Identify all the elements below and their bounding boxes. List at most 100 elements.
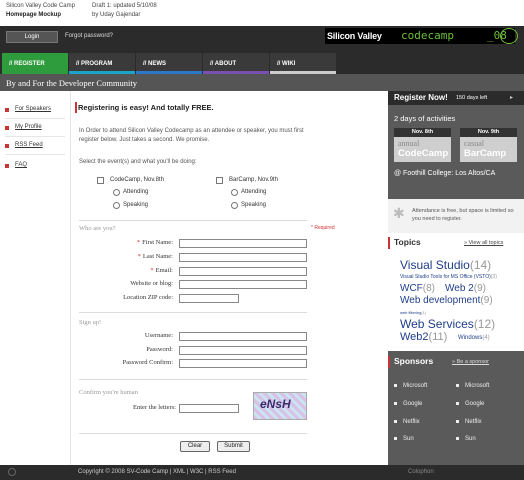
forgot-password-link[interactable]: Forgot password? <box>65 33 113 39</box>
divider <box>79 220 307 221</box>
topic-tag[interactable]: WCF(8) <box>400 283 435 294</box>
captcha-field[interactable] <box>179 404 239 413</box>
topic-name: Visual Studio <box>400 258 470 272</box>
sponsor-microsoft[interactable]: Microsoft <box>456 383 489 389</box>
last-name-field[interactable] <box>179 253 307 262</box>
sidebar-item-for-speakers[interactable]: For Speakers <box>0 106 70 119</box>
barcamp-label: BarCamp, Nov.9th <box>229 177 278 183</box>
tab-label: // PROGRAM <box>76 61 113 67</box>
swirl-icon <box>8 468 16 476</box>
asterisk-icon: ✱ <box>393 205 405 221</box>
headline-accent <box>75 102 77 113</box>
sponsor-sun[interactable]: Sun <box>394 436 414 442</box>
first-name-field[interactable] <box>179 239 307 248</box>
bullet-icon <box>394 436 397 440</box>
email-field[interactable] <box>179 267 307 276</box>
topic-tag[interactable]: Visual Studio(14) <box>400 258 491 272</box>
footer-links[interactable]: Copyright © 2008 SV-Code Camp | XML | W3… <box>78 469 236 475</box>
codecamp-label: CodeCamp, Nov.8th <box>110 177 164 183</box>
clear-button[interactable]: Clear <box>180 441 210 452</box>
register-now-bar[interactable]: Register Now! 150 days left ▸ <box>388 91 524 105</box>
login-button[interactable]: Login <box>6 31 58 43</box>
password-confirm-field[interactable] <box>179 359 307 368</box>
card-date: Nov. 8th <box>394 128 451 137</box>
card-date: Nov. 9th <box>460 128 517 137</box>
topic-count: (4) <box>482 335 490 341</box>
who-heading: Who are you? <box>79 225 116 232</box>
barcamp-attending-radio[interactable] <box>231 189 238 196</box>
username-label: Username: <box>144 332 173 339</box>
barcamp-card[interactable]: Nov. 9th casual BarCamp <box>460 128 517 162</box>
sponsor-netflix[interactable]: Netflix <box>456 419 482 425</box>
required-marker: * <box>137 253 141 260</box>
topic-tag[interactable]: Web development(9) <box>400 295 493 306</box>
topic-name: Visual Studio Tools for MS Office (VSTO) <box>400 274 491 280</box>
label-text: Website or blog: <box>130 280 173 287</box>
sponsor-netflix[interactable]: Netflix <box>394 419 420 425</box>
logo-text-codecamp: codecamp <box>401 29 454 42</box>
topic-name: Windows <box>458 335 483 341</box>
sponsor-name: Google <box>465 401 485 407</box>
tab-about[interactable]: // ABOUT <box>203 53 269 74</box>
barcamp-speaking-radio[interactable] <box>231 202 238 209</box>
submit-button[interactable]: Submit <box>217 441 250 452</box>
sidebar-item-rss-feed[interactable]: RSS Feed <box>0 142 70 155</box>
website-field[interactable] <box>179 280 307 289</box>
barcamp-checkbox[interactable] <box>216 177 223 184</box>
topic-name: Web2 <box>400 331 429 343</box>
codecamp-card[interactable]: Nov. 8th annual CodeCamp <box>394 128 451 162</box>
email-label: * Email: <box>73 267 173 274</box>
colophon-link[interactable]: Colophon <box>408 469 434 475</box>
website-label: Website or blog: <box>73 280 173 287</box>
activities-text: 2 days of activities <box>394 114 456 123</box>
logo-text-silicon-valley: Silicon Valley <box>327 31 382 41</box>
radio-label: Speaking <box>241 202 267 208</box>
bullet-icon <box>5 144 9 148</box>
bullet-icon <box>456 401 459 405</box>
site-logo[interactable]: Silicon Valley codecamp _08 <box>325 28 515 44</box>
topic-tag[interactable]: Web Services(12) <box>400 317 495 331</box>
zip-field[interactable] <box>179 294 239 303</box>
be-a-sponsor-link[interactable]: » Be a sponsor <box>452 359 489 365</box>
topic-tag[interactable]: Visual Studio Tools for MS Office (VSTO)… <box>400 274 497 280</box>
captcha-text: eNsH <box>260 397 291 411</box>
topics-title: Topics <box>394 237 421 247</box>
codecamp-speaking-radio[interactable] <box>113 202 120 209</box>
sidebar-item-my-profile[interactable]: My Profile <box>0 124 70 137</box>
last-name-label: * Last Name: <box>73 253 173 260</box>
topic-count: (14) <box>469 258 492 272</box>
register-now-title: Register Now! <box>394 93 448 102</box>
password-field[interactable] <box>179 346 307 355</box>
sponsor-google[interactable]: Google <box>394 401 422 407</box>
username-field[interactable] <box>179 332 307 341</box>
topic-tag[interactable]: Web2(11) <box>400 331 447 343</box>
divider <box>79 312 307 313</box>
arrow-right-icon: ▸ <box>510 95 514 101</box>
sponsor-microsoft[interactable]: Microsoft <box>394 383 427 389</box>
meta-title: Silicon Valley Code Camp <box>6 3 75 9</box>
codecamp-checkbox[interactable] <box>97 177 104 184</box>
topic-tag[interactable]: Windows(4) <box>458 335 490 341</box>
topic-name: Web development <box>400 295 481 306</box>
required-note: * Required <box>311 225 335 231</box>
section-accent <box>388 356 390 368</box>
topic-name: web filtering <box>400 310 422 315</box>
tab-wiki[interactable]: // WIKI <box>270 53 336 74</box>
captcha-label: Enter the letters: <box>133 404 176 411</box>
bullet-icon <box>394 383 397 387</box>
topic-tag[interactable]: web filtering(1) <box>400 310 426 315</box>
radio-label: Attending <box>241 189 267 195</box>
view-all-topics-link[interactable]: » View all topics <box>464 240 503 246</box>
divider <box>5 118 65 119</box>
topic-tag[interactable]: Web 2(9) <box>445 283 486 294</box>
tab-register[interactable]: // REGISTER <box>2 53 68 74</box>
tab-program[interactable]: // PROGRAM <box>69 53 135 74</box>
bullet-icon <box>456 436 459 440</box>
codecamp-attending-radio[interactable] <box>113 189 120 196</box>
sidebar-item-faq[interactable]: FAQ <box>0 162 70 172</box>
tab-news[interactable]: // NEWS <box>136 53 202 74</box>
sponsor-google[interactable]: Google <box>456 401 484 407</box>
password-confirm-label: Password Confirm: <box>122 359 173 366</box>
bullet-icon <box>5 164 9 168</box>
sponsor-sun[interactable]: Sun <box>456 436 476 442</box>
